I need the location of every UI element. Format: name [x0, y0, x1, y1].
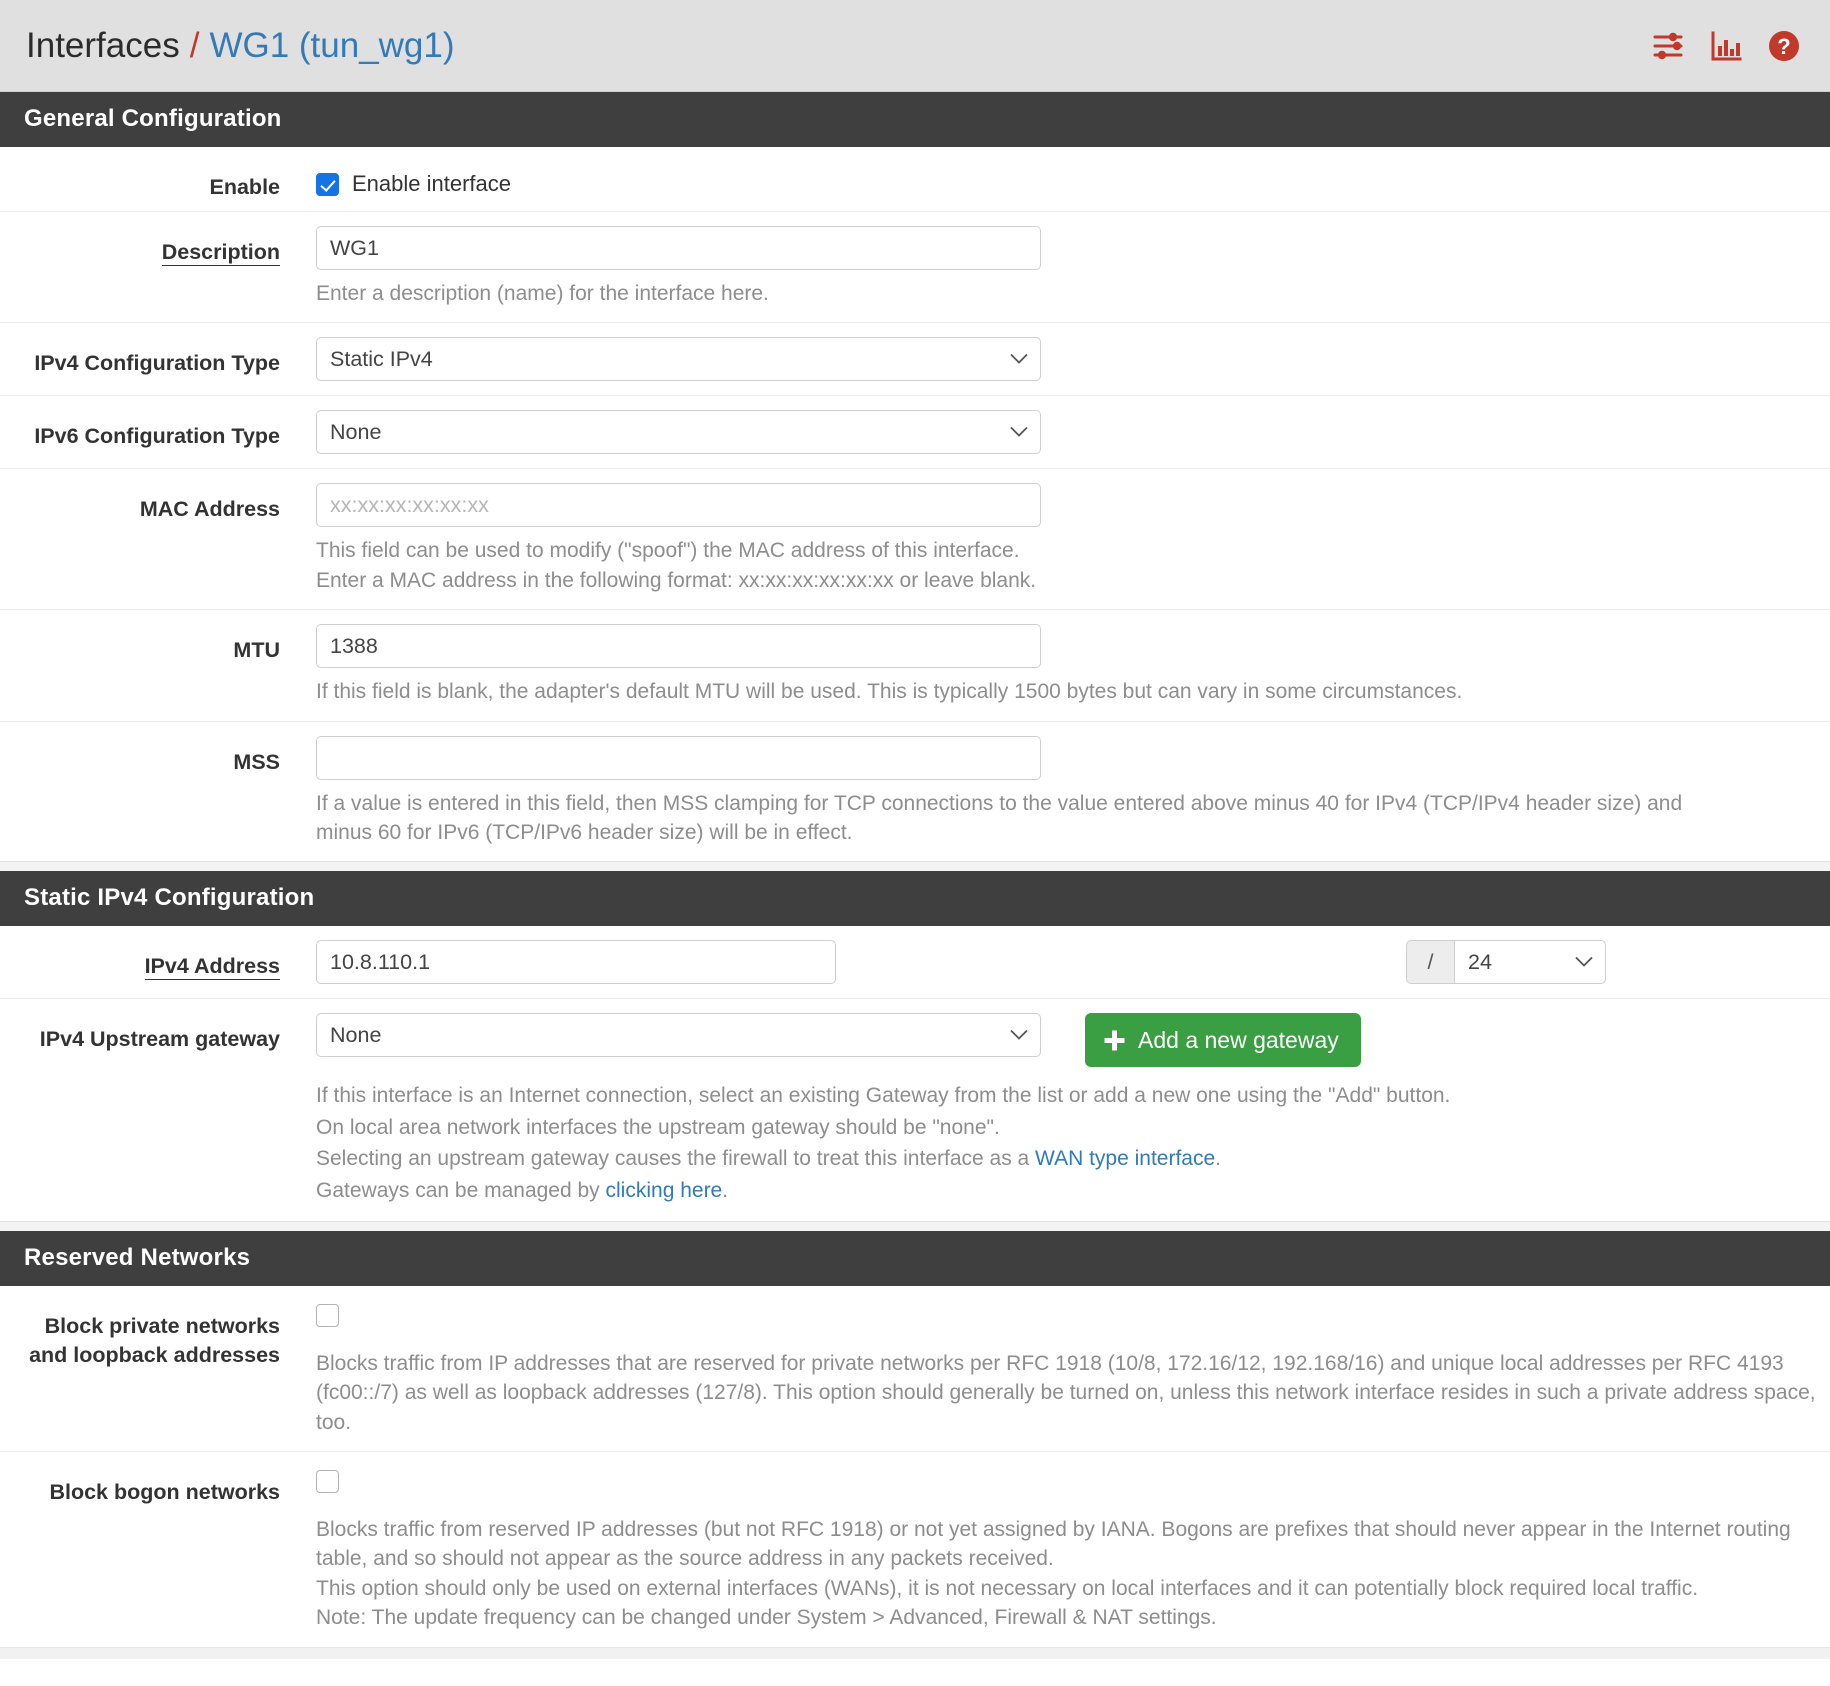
mss-help-line-1: If a value is entered in this field, the…: [316, 791, 1683, 815]
ipv4-config-type-select[interactable]: Static IPv4: [316, 337, 1041, 382]
ipv4-upstream-gateway-select[interactable]: None: [316, 1013, 1041, 1058]
mss-input[interactable]: [316, 735, 1041, 780]
block-private-networks-label-line-2: and loopback addresses: [29, 1342, 280, 1367]
wan-type-interface-link[interactable]: WAN type interface: [1035, 1147, 1215, 1170]
form-row-block-private-networks: Block private networks and loopback addr…: [0, 1285, 1830, 1453]
mtu-input[interactable]: [316, 624, 1041, 669]
section-header-reserved-networks: Reserved Networks: [0, 1230, 1830, 1286]
ipv4-address-input[interactable]: [316, 940, 836, 985]
enable-interface-checkbox-label: Enable interface: [352, 171, 511, 196]
gateway-help-line-3: Selecting an upstream gateway causes the…: [316, 1144, 1816, 1173]
enable-label: Enable: [209, 175, 281, 199]
block-private-networks-label: Block private networks and loopback addr…: [0, 1286, 300, 1370]
sliders-icon[interactable]: [1652, 30, 1684, 62]
mac-address-help-line-2: Enter a MAC address in the following for…: [316, 568, 1037, 592]
form-row-enable: Enable Enable interface: [0, 147, 1830, 212]
description-help: Enter a description (name) for the inter…: [316, 282, 769, 305]
form-row-description: Description Enter a description (name) f…: [0, 212, 1830, 324]
mac-address-help-line-1: This field can be used to modify ("spoof…: [316, 539, 1020, 563]
description-input[interactable]: [316, 226, 1041, 270]
ipv6-config-type-label: IPv6 Configuration Type: [34, 424, 280, 449]
block-private-networks-help: Blocks traffic from IP addresses that ar…: [316, 1351, 1816, 1434]
block-bogon-help-line-1: Blocks traffic from reserved IP addresse…: [316, 1518, 1791, 1571]
form-row-gateway-help: If this interface is an Internet connect…: [0, 1081, 1830, 1221]
form-row-mtu: MTU If this field is blank, the adapter'…: [0, 610, 1830, 722]
block-private-networks-checkbox[interactable]: [316, 1303, 339, 1327]
ipv4-upstream-gateway-help: If this interface is an Internet connect…: [316, 1081, 1816, 1205]
breadcrumb-separator: /: [189, 25, 200, 65]
form-row-ipv4-upstream-gateway: IPv4 Upstream gateway None Add a new gat…: [0, 999, 1830, 1082]
section-divider: [0, 861, 1830, 872]
breadcrumb-bar: Interfaces / WG1 (tun_wg1) ?: [0, 0, 1830, 92]
clicking-here-link[interactable]: clicking here: [606, 1179, 723, 1202]
gateway-help-line-4: Gateways can be managed by clicking here…: [316, 1176, 1816, 1205]
mtu-help: If this field is blank, the adapter's de…: [316, 680, 1463, 704]
ipv4-upstream-gateway-label: IPv4 Upstream gateway: [39, 1027, 280, 1052]
plus-icon: [1103, 1029, 1126, 1052]
mss-help-line-2: minus 60 for IPv6 (TCP/IPv6 header size)…: [316, 820, 853, 844]
mtu-label: MTU: [233, 638, 280, 663]
mac-address-input[interactable]: [316, 483, 1041, 528]
block-bogon-networks-checkbox[interactable]: [316, 1470, 339, 1494]
gateway-help-spacer: [0, 1081, 300, 1107]
block-bogon-networks-label: Block bogon networks: [49, 1480, 280, 1505]
block-bogon-help-line-2: This option should only be used on exter…: [316, 1576, 1699, 1600]
form-row-mss: MSS If a value is entered in this field,…: [0, 721, 1830, 862]
bar-chart-icon[interactable]: [1710, 30, 1742, 62]
ipv4-config-type-label: IPv4 Configuration Type: [34, 351, 280, 376]
mss-label: MSS: [233, 749, 280, 774]
form-row-block-bogon-networks: Block bogon networks Blocks traffic from…: [0, 1452, 1830, 1647]
section-header-general-configuration: General Configuration: [0, 92, 1830, 147]
mss-help: If a value is entered in this field, the…: [316, 789, 1816, 848]
mac-address-help: This field can be used to modify ("spoof…: [316, 536, 1816, 595]
block-bogon-help-line-3: Note: The update frequency can be change…: [316, 1606, 1217, 1630]
section-header-static-ipv4-configuration: Static IPv4 Configuration: [0, 871, 1830, 927]
cidr-mask-select[interactable]: 24: [1454, 940, 1606, 985]
mac-address-label: MAC Address: [139, 497, 280, 522]
enable-interface-checkbox[interactable]: [316, 172, 339, 196]
gateway-help-line-3-pre: Selecting an upstream gateway causes the…: [316, 1147, 1036, 1171]
gateway-help-line-4-pre: Gateways can be managed by: [316, 1178, 606, 1202]
gateway-help-line-1: If this interface is an Internet connect…: [316, 1084, 1451, 1108]
breadcrumb-current[interactable]: WG1 (tun_wg1): [209, 26, 454, 66]
gateway-help-line-2: On local area network interfaces the ups…: [316, 1115, 1000, 1139]
gateway-help-line-3-post: .: [1215, 1147, 1222, 1171]
ipv6-config-type-select[interactable]: None: [316, 410, 1041, 455]
add-new-gateway-button[interactable]: Add a new gateway: [1085, 1013, 1361, 1068]
page-bottom-strip: [0, 1646, 1830, 1659]
form-row-ipv4-address: IPv4 Address / 24: [0, 926, 1830, 1000]
ipv4-address-label: IPv4 Address: [144, 954, 280, 981]
breadcrumb-root[interactable]: Interfaces: [26, 26, 180, 66]
cidr-group: / 24: [1406, 940, 1606, 985]
gateway-help-line-4-post: .: [722, 1178, 729, 1202]
breadcrumb: Interfaces / WG1 (tun_wg1): [26, 26, 455, 66]
svg-text:?: ?: [1777, 34, 1790, 59]
description-label: Description: [161, 240, 280, 266]
form-row-ipv4-config-type: IPv4 Configuration Type Static IPv4: [0, 323, 1830, 397]
form-row-ipv6-config-type: IPv6 Configuration Type None: [0, 396, 1830, 470]
block-bogon-networks-help: Blocks traffic from reserved IP addresse…: [316, 1515, 1816, 1633]
form-row-mac-address: MAC Address This field can be used to mo…: [0, 469, 1830, 611]
help-circle-icon[interactable]: ?: [1768, 30, 1800, 62]
interface-config-page: Interfaces / WG1 (tun_wg1) ? General Con…: [0, 0, 1830, 1659]
header-icon-group: ?: [1652, 30, 1800, 62]
cidr-slash-prefix: /: [1406, 940, 1454, 985]
block-private-networks-label-line-1: Block private networks: [44, 1313, 280, 1338]
section-divider: [0, 1220, 1830, 1231]
add-new-gateway-button-label: Add a new gateway: [1138, 1026, 1339, 1053]
